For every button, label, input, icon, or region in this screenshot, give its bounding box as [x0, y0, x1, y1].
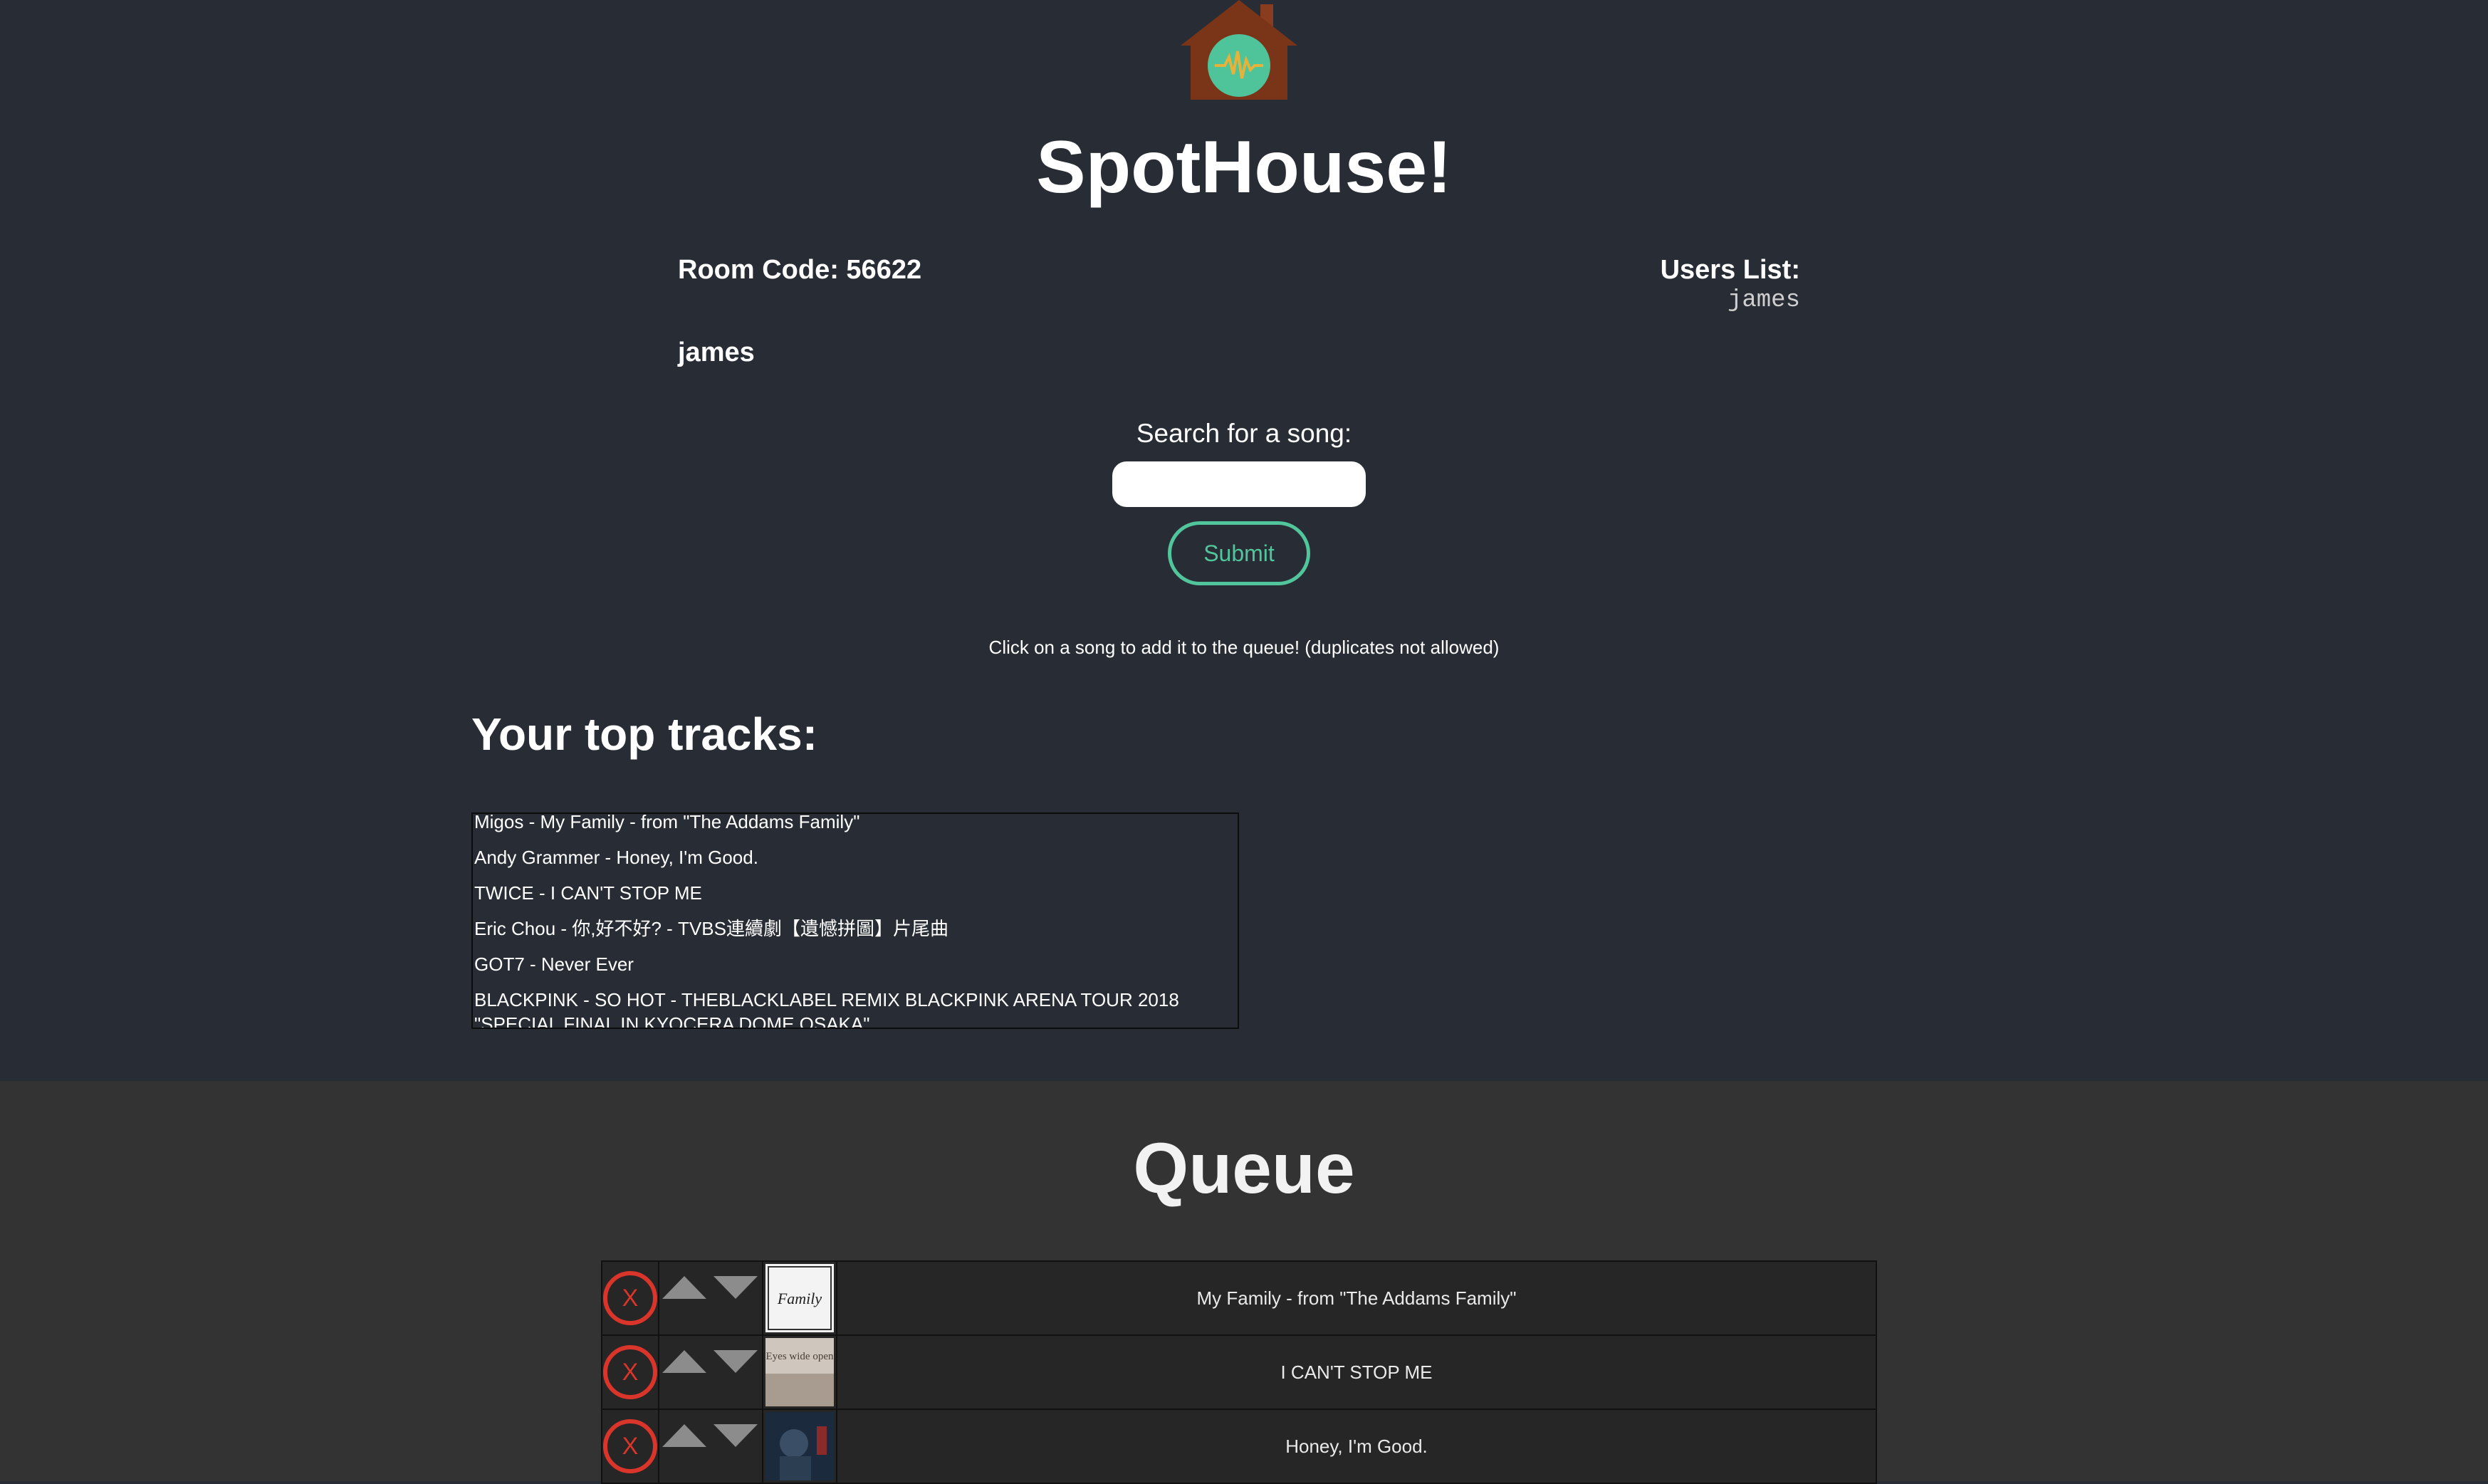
reorder-cell	[659, 1336, 763, 1409]
submit-button[interactable]: Submit	[1168, 521, 1310, 585]
move-down-icon[interactable]	[714, 1424, 758, 1447]
remove-button[interactable]: X	[603, 1419, 657, 1473]
queue-table: X Family My Family - from "The Addams Fa…	[601, 1260, 1877, 1484]
top-track-item[interactable]: Andy Grammer - Honey, I'm Good.	[473, 845, 1238, 869]
remove-cell: X	[602, 1336, 659, 1409]
reorder-cell	[659, 1410, 763, 1483]
top-track-item[interactable]: TWICE - I CAN'T STOP ME	[473, 881, 1238, 905]
current-username: james	[678, 338, 755, 367]
users-list: Users List: james	[1661, 255, 1800, 314]
move-up-icon[interactable]	[662, 1276, 706, 1299]
remove-cell: X	[602, 1410, 659, 1483]
move-down-icon[interactable]	[714, 1350, 758, 1373]
users-list-item: james	[1727, 287, 1800, 314]
users-list-title: Users List:	[1660, 255, 1800, 285]
queue-row: X Family My Family - from "The Addams Fa…	[601, 1260, 1877, 1336]
move-up-icon[interactable]	[662, 1424, 706, 1447]
album-art-text: Family	[777, 1290, 822, 1307]
search-input[interactable]	[1112, 461, 1366, 507]
remove-button[interactable]: X	[603, 1271, 657, 1325]
top-track-item[interactable]: Eric Chou - 你,好不好? - TVBS連續劇【遺憾拼圖】片尾曲	[473, 916, 1238, 941]
top-tracks-list[interactable]: Migos - My Family - from "The Addams Fam…	[471, 812, 1239, 1029]
album-art: Family	[765, 1264, 834, 1332]
room-code: Room Code: 56622	[678, 255, 922, 285]
move-up-icon[interactable]	[662, 1350, 706, 1373]
album-art: Eyes wide open	[765, 1338, 834, 1406]
remove-button[interactable]: X	[603, 1345, 657, 1399]
queue-song-name: My Family - from "The Addams Family"	[1196, 1287, 1517, 1309]
remove-cell: X	[602, 1262, 659, 1334]
reorder-cell	[659, 1262, 763, 1334]
album-art	[765, 1412, 834, 1480]
house-logo-icon	[1181, 0, 1297, 100]
search-label: Search for a song:	[1136, 419, 1352, 448]
album-art-cell: Family	[763, 1262, 837, 1334]
queue-hint: Click on a song to add it to the queue! …	[988, 637, 1500, 658]
queue-song-name: I CAN'T STOP ME	[1280, 1361, 1433, 1383]
top-track-item[interactable]: Migos - My Family - from "The Addams Fam…	[473, 814, 1238, 834]
album-art-text: Eyes wide open	[766, 1351, 834, 1362]
top-track-item[interactable]: GOT7 - Never Ever	[473, 952, 1238, 976]
top-tracks-title: Your top tracks:	[471, 709, 817, 760]
queue-row: X Honey, I'm Good.	[601, 1410, 1877, 1484]
queue-row: X Eyes wide open I CAN'T STOP ME	[601, 1336, 1877, 1410]
album-art-cell	[763, 1410, 837, 1483]
move-down-icon[interactable]	[714, 1276, 758, 1299]
top-track-item[interactable]: BLACKPINK - SO HOT - THEBLACKLABEL REMIX…	[473, 988, 1238, 1028]
queue-song-name: Honey, I'm Good.	[1285, 1435, 1428, 1457]
app-title: SpotHouse!	[1036, 126, 1452, 209]
album-art-cell: Eyes wide open	[763, 1336, 837, 1409]
queue-title: Queue	[1133, 1129, 1355, 1208]
